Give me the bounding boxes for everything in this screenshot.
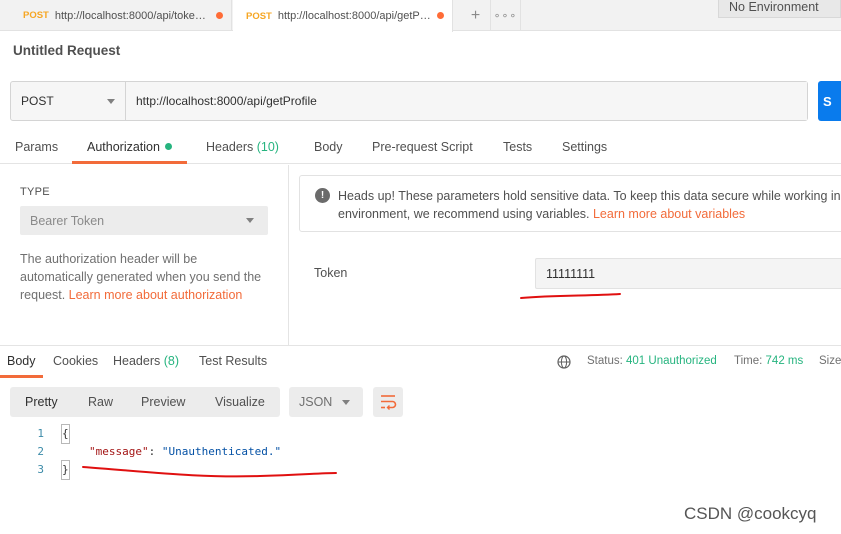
method-dropdown[interactable]: POST [11, 82, 126, 120]
environment-selector[interactable]: No Environment [718, 0, 841, 18]
type-label: TYPE [20, 186, 50, 198]
request-tab-token[interactable]: POST http://localhost:8000/api/toke… [10, 0, 232, 31]
tab-authorization[interactable]: Authorization [72, 133, 187, 164]
token-label: Token [314, 266, 348, 280]
tab-authorization-label: Authorization [87, 140, 160, 154]
response-body-code[interactable]: 1 { 2 "message": "Unauthenticated." 3 } [0, 424, 841, 480]
response-view-toggle: Pretty Raw Preview Visualize [10, 387, 280, 417]
response-tabs-bar: Body Cookies Headers (8) Test Results St… [0, 345, 841, 378]
response-tab-headers[interactable]: Headers (8) [113, 346, 179, 378]
response-tab-body[interactable]: Body [0, 346, 43, 378]
json-key: "message" [89, 445, 149, 458]
new-tab-button[interactable]: + [461, 0, 491, 31]
learn-more-variables-link[interactable]: Learn more about variables [593, 207, 745, 221]
auth-type-value: Bearer Token [30, 213, 105, 228]
active-indicator-dot [164, 143, 172, 151]
tab-url-label: http://localhost:8000/api/toke… [54, 9, 206, 22]
code-line: 1 { [0, 424, 841, 444]
time-value[interactable]: 742 ms [766, 355, 804, 367]
tab-body[interactable]: Body [314, 133, 343, 164]
json-separator: : [148, 445, 162, 458]
line-number: 3 [37, 463, 44, 476]
unsaved-changes-dot [216, 12, 223, 19]
more-dots-icon: ∘∘∘ [493, 10, 518, 22]
request-tab-bar: POST http://localhost:8000/api/toke… POS… [0, 0, 841, 32]
visualize-button[interactable]: Visualize [215, 387, 265, 417]
format-dropdown[interactable]: JSON [289, 387, 363, 417]
raw-button[interactable]: Raw [88, 387, 113, 417]
sensitive-data-notice: ! Heads up! These parameters hold sensit… [299, 175, 841, 232]
chevron-down-icon [107, 99, 115, 104]
chevron-down-icon [342, 400, 350, 405]
notice-line-2: environment, we recommend using variable… [338, 207, 593, 221]
tab-url-label: http://localhost:8000/api/getP… [277, 10, 431, 22]
code-text: { [61, 424, 70, 444]
headers-count: (10) [256, 140, 279, 154]
tab-params[interactable]: Params [15, 133, 58, 164]
request-title[interactable]: Untitled Request [13, 43, 120, 58]
code-line: 2 "message": "Unauthenticated." [0, 443, 841, 461]
url-bar: POST http://localhost:8000/api/getProfil… [10, 81, 808, 121]
response-tab-cookies[interactable]: Cookies [53, 346, 98, 378]
tab-prerequest-script[interactable]: Pre-request Script [372, 133, 473, 164]
tab-settings[interactable]: Settings [562, 133, 607, 164]
token-underline-mark [520, 293, 621, 299]
tab-method-badge: POST [246, 10, 272, 22]
code-line: 3 } [0, 460, 841, 480]
tab-headers[interactable]: Headers (10) [206, 133, 279, 164]
request-tab-getprofile[interactable]: POST http://localhost:8000/api/getP… [233, 0, 453, 32]
auth-type-dropdown[interactable]: Bearer Token [20, 206, 268, 235]
request-config-tabs: Params Authorization Headers (10) Body P… [0, 133, 841, 164]
status-readout: Status: 401 Unauthorized [587, 346, 717, 376]
unsaved-changes-dot [437, 12, 444, 19]
info-icon: ! [315, 188, 330, 203]
status-label: Status: [587, 355, 623, 367]
globe-icon[interactable] [557, 355, 571, 369]
format-value: JSON [299, 395, 333, 409]
status-value[interactable]: 401 Unauthorized [626, 355, 717, 367]
json-value: "Unauthenticated." [161, 445, 282, 458]
url-input[interactable]: http://localhost:8000/api/getProfile [126, 82, 807, 120]
auth-description: The authorization header will be automat… [20, 250, 272, 304]
preview-button[interactable]: Preview [141, 387, 185, 417]
learn-more-authorization-link[interactable]: Learn more about authorization [69, 288, 243, 302]
token-input[interactable]: 11111111 [535, 258, 841, 289]
code-text: } [61, 460, 70, 480]
response-tab-test-results[interactable]: Test Results [199, 346, 267, 378]
method-value: POST [21, 94, 54, 108]
send-button[interactable]: S [818, 81, 841, 121]
size-label: Size: [819, 355, 841, 367]
tab-tests[interactable]: Tests [503, 133, 532, 164]
code-text: "message": "Unauthenticated." [89, 443, 281, 461]
auth-type-panel: TYPE Bearer Token The authorization head… [0, 165, 289, 345]
more-tabs-button[interactable]: ∘∘∘ [491, 0, 521, 31]
tab-headers-label: Headers [206, 140, 254, 154]
response-headers-label: Headers [113, 354, 161, 368]
response-headers-count: (8) [163, 354, 180, 368]
wrap-lines-button[interactable] [373, 387, 403, 417]
csdn-watermark: CSDN @cookcyq [684, 504, 817, 523]
plus-icon: + [470, 6, 481, 24]
notice-line-1: Heads up! These parameters hold sensitiv… [338, 189, 841, 203]
line-number: 2 [37, 445, 44, 458]
wrap-lines-icon [381, 395, 397, 410]
time-readout: Time: 742 ms [734, 346, 803, 376]
notice-text: Heads up! These parameters hold sensitiv… [338, 187, 841, 223]
line-number: 1 [37, 427, 44, 440]
tab-method-badge: POST [23, 10, 49, 21]
chevron-down-icon [246, 218, 254, 223]
pretty-button[interactable]: Pretty [25, 387, 58, 417]
time-label: Time: [734, 355, 763, 367]
